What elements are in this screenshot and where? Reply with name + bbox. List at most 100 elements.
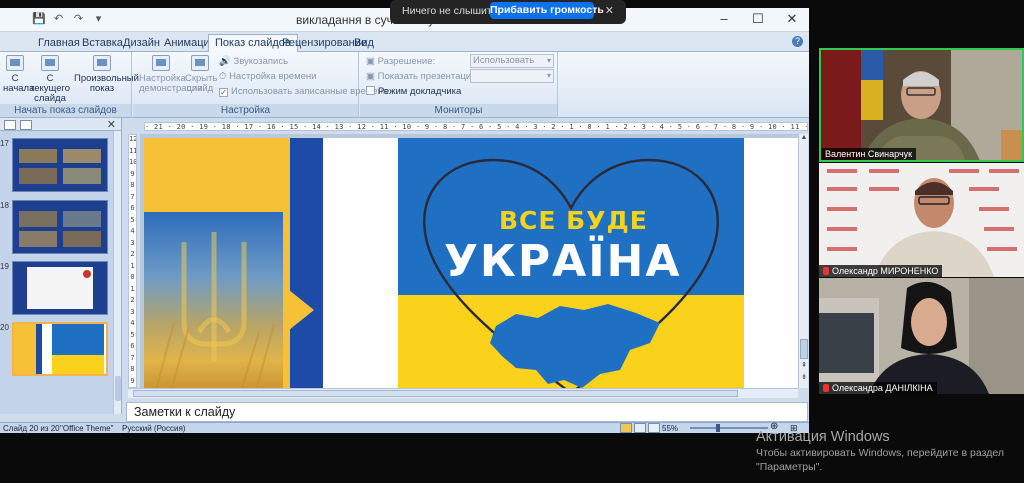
activation-title: Активация Windows: [756, 429, 890, 445]
setup-demo-icon: [152, 55, 170, 71]
slide-title-line1: ВСЕ БУДЕ: [499, 206, 648, 235]
help-icon[interactable]: ?: [792, 36, 803, 47]
redo-icon[interactable]: ↷: [72, 13, 85, 26]
quick-access-toolbar: 💾 ↶ ↷ ▾: [32, 13, 105, 26]
slide-thumbnail[interactable]: 18: [0, 200, 114, 257]
save-icon[interactable]: 💾: [32, 13, 46, 26]
horizontal-scrollbar[interactable]: [128, 388, 798, 398]
ruler-tick-label: 2: [130, 250, 135, 258]
group-start-show: С начала С текущего слайда Произвольный …: [0, 52, 139, 118]
slide-thumbnail[interactable]: 17: [0, 138, 114, 195]
activation-line2: "Параметры".: [756, 461, 823, 473]
ruler-tick-label: 8: [130, 181, 135, 189]
participant-video-tile[interactable]: Олександр МИРОНЕНКО: [819, 163, 1024, 277]
ruler-tick-label: 3: [130, 307, 135, 316]
slide-canvas[interactable]: ВСЕ БУДЕ УКРАЇНА: [144, 138, 798, 388]
language-indicator[interactable]: Русский (Россия): [122, 424, 185, 433]
activation-line1: Чтобы активировать Windows, перейдите в …: [756, 447, 1004, 459]
next-slide-icon[interactable]: ⇟: [800, 374, 808, 382]
prev-slide-icon[interactable]: ⇞: [800, 362, 808, 370]
outline-tab[interactable]: [20, 120, 32, 130]
ruler-tick-label: 0: [130, 273, 135, 281]
group-label: Настройка: [133, 104, 358, 117]
increase-volume-button[interactable]: Прибавить громкость: [490, 2, 604, 19]
custom-show-button[interactable]: Произвольный показ: [74, 55, 139, 94]
status-bar: Слайд 20 из 20 "Office Theme" Русский (Р…: [0, 422, 809, 433]
scroll-up-icon[interactable]: ▲: [800, 134, 808, 142]
undo-icon[interactable]: ↶: [52, 13, 65, 26]
hide-slide-button[interactable]: Скрыть слайд: [185, 55, 217, 94]
participant-name: Олександра ДАНІЛКІНА: [819, 382, 937, 394]
pane-tabs: ✕: [0, 118, 121, 131]
vertical-scrollbar[interactable]: ▲ ⇞ ⇟: [798, 134, 808, 388]
setup-demo-button[interactable]: Настройка демонстрации: [139, 55, 203, 94]
checkbox-icon: [366, 86, 375, 95]
custom-show-icon: [93, 55, 111, 71]
wheat-trident-image: [144, 212, 283, 388]
scroll-thumb[interactable]: [800, 339, 808, 359]
participant-name: Олександр МИРОНЕНКО: [819, 265, 943, 277]
ruler-tick-label: 5: [130, 215, 135, 224]
slide-thumbnail-selected[interactable]: 20: [0, 322, 114, 379]
minimize-button[interactable]: –: [707, 8, 741, 32]
from-start-button[interactable]: С начала: [3, 55, 34, 94]
maximize-button[interactable]: ☐: [741, 8, 775, 32]
participant-video-tile[interactable]: Олександра ДАНІЛКІНА: [819, 278, 1024, 394]
slide-editing-area[interactable]: ВСЕ БУДЕ УКРАЇНА: [140, 134, 798, 388]
group-label: Мониторы: [360, 104, 557, 117]
checkbox-icon: ✓: [219, 88, 228, 97]
record-narration-button[interactable]: 🔊 Звукозапись: [219, 56, 288, 67]
tab-view[interactable]: Вид: [348, 35, 380, 51]
zoom-level[interactable]: 55%: [662, 424, 678, 433]
banner-question: Ничего не слышите?: [402, 5, 504, 17]
qat-dropdown-icon[interactable]: ▾: [92, 13, 105, 26]
participant-name: Валентин Свинарчук: [821, 148, 917, 160]
slide-sorter-icon[interactable]: [634, 423, 646, 433]
slideshow-current-icon: [41, 55, 59, 71]
scroll-thumb[interactable]: [133, 390, 738, 397]
close-icon[interactable]: ✕: [107, 118, 116, 131]
theme-name: "Office Theme": [60, 424, 114, 433]
ruler-tick-label: 4: [130, 319, 135, 327]
from-current-button[interactable]: С текущего слайда: [30, 55, 70, 104]
slides-pane: ✕ 17 18 19 20: [0, 118, 122, 414]
ruler-tick-label: 8: [130, 365, 135, 373]
slide-thumbnail[interactable]: 19: [0, 261, 114, 318]
thumbnail-image: [12, 261, 108, 315]
participant-video: [819, 278, 1024, 394]
rehearse-timings-button[interactable]: ⏱ Настройка времени: [219, 71, 316, 82]
slide-blue-strip: [290, 138, 323, 388]
show-on-select[interactable]: [470, 69, 554, 83]
thumbnail-image: [12, 200, 108, 254]
slide-title-line2: УКРАЇНА: [444, 236, 682, 287]
presenter-view-checkbox[interactable]: Режим докладчика: [366, 86, 461, 97]
resolution-select[interactable]: Использовать теку...: [470, 54, 554, 78]
ruler-tick-label: 6: [130, 204, 135, 212]
slideshow-view-icon[interactable]: [648, 423, 660, 433]
group-monitors: ▣ Разрешение: Использовать теку... ▣ Пок…: [360, 52, 558, 118]
ruler-tick-label: 9: [130, 376, 135, 385]
group-label: Начать показ слайдов: [0, 104, 131, 117]
ruler-tick-label: 9: [130, 169, 135, 178]
normal-view-icon[interactable]: [620, 423, 632, 433]
group-setup: Настройка демонстрации Скрыть слайд 🔊 Зв…: [133, 52, 388, 118]
thumbnail-image: [12, 138, 108, 192]
ruler-tick-label: 1: [130, 261, 135, 270]
ruler-tick-label: 11: [129, 146, 137, 155]
ruler-tick-label: 1: [130, 284, 135, 293]
slide-counter: Слайд 20 из 20: [3, 424, 60, 433]
notes-pane[interactable]: Заметки к слайду: [126, 402, 808, 422]
close-button[interactable]: ✕: [775, 8, 809, 32]
pane-scrollbar[interactable]: [113, 131, 121, 414]
ruler-tick-label: 7: [130, 353, 135, 362]
ruler-tick-label: 6: [130, 342, 135, 350]
muted-mic-icon: [823, 384, 829, 392]
muted-mic-icon: [823, 267, 829, 275]
close-icon[interactable]: ✕: [605, 4, 614, 17]
audio-notification-banner: Ничего не слышите? Прибавить громкость ✕: [390, 0, 626, 24]
hide-slide-icon: [191, 55, 209, 71]
slides-tab[interactable]: [4, 120, 16, 130]
participant-video-tile[interactable]: Валентин Свинарчук: [819, 48, 1024, 162]
ribbon: С начала С текущего слайда Произвольный …: [0, 52, 809, 118]
ruler-tick-label: 2: [130, 296, 135, 304]
